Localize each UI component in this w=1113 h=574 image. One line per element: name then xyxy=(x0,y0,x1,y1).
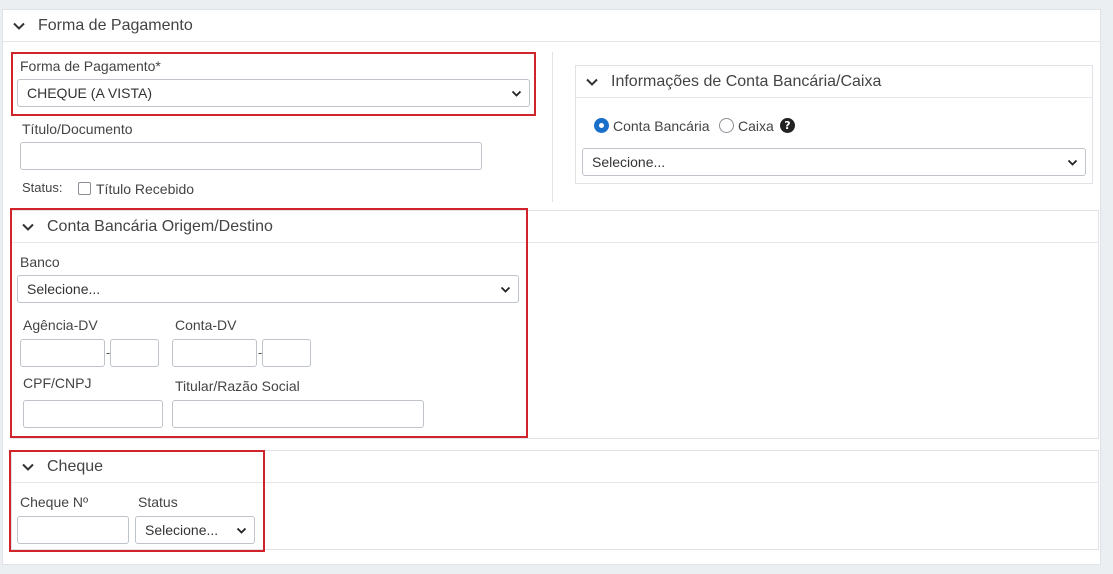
column-divider xyxy=(552,52,553,202)
forma-pagamento-title: Forma de Pagamento xyxy=(38,16,193,34)
radio-caixa-label[interactable]: Caixa xyxy=(738,118,774,134)
radio-conta-bancaria-label[interactable]: Conta Bancária xyxy=(613,118,710,134)
chevron-down-icon xyxy=(511,90,522,97)
chevron-down-icon xyxy=(22,463,34,471)
radio-conta-bancaria[interactable] xyxy=(594,118,609,133)
cheque-numero-input[interactable] xyxy=(17,516,129,544)
chevron-down-icon xyxy=(500,286,511,293)
agencia-dv-input[interactable] xyxy=(110,339,159,367)
conta-info-header[interactable]: Informações de Conta Bancária/Caixa xyxy=(576,66,1092,98)
forma-pagamento-header[interactable]: Forma de Pagamento xyxy=(3,10,1100,42)
chevron-down-icon xyxy=(1067,159,1078,166)
cpf-cnpj-input[interactable] xyxy=(23,400,163,428)
conta-origem-title: Conta Bancária Origem/Destino xyxy=(47,217,273,235)
agencia-input[interactable] xyxy=(20,339,105,367)
status-label: Status: xyxy=(22,180,63,195)
chevron-down-icon xyxy=(22,223,34,231)
conta-dv-input[interactable] xyxy=(262,339,311,367)
cheque-title: Cheque xyxy=(47,457,104,475)
banco-select[interactable]: Selecione... xyxy=(17,275,519,303)
forma-pagamento-label: Forma de Pagamento* xyxy=(20,58,161,74)
titulo-documento-input[interactable] xyxy=(20,142,482,170)
chevron-down-icon xyxy=(586,78,598,86)
cheque-status-value: Selecione... xyxy=(145,522,219,538)
conta-origem-header[interactable]: Conta Bancária Origem/Destino xyxy=(12,211,1098,243)
titulo-documento-label: Título/Documento xyxy=(22,121,133,137)
radio-caixa[interactable] xyxy=(719,118,734,133)
conta-label: Conta-DV xyxy=(175,317,237,333)
agencia-label: Agência-DV xyxy=(23,317,98,333)
chevron-down-icon xyxy=(13,22,25,30)
forma-pagamento-value: CHEQUE (A VISTA) xyxy=(27,85,152,101)
banco-value: Selecione... xyxy=(27,281,101,297)
cheque-numero-label: Cheque Nº xyxy=(20,494,89,510)
conta-info-title: Informações de Conta Bancária/Caixa xyxy=(611,72,882,90)
titulo-recebido-label[interactable]: Título Recebido xyxy=(96,181,194,197)
titular-input[interactable] xyxy=(172,400,424,428)
cheque-status-label: Status xyxy=(138,494,178,510)
cpf-cnpj-label: CPF/CNPJ xyxy=(23,375,92,391)
titular-label: Titular/Razão Social xyxy=(175,378,300,394)
conta-input[interactable] xyxy=(172,339,257,367)
cheque-header[interactable]: Cheque xyxy=(12,451,1098,483)
titulo-recebido-checkbox[interactable] xyxy=(78,182,91,195)
forma-pagamento-select[interactable]: CHEQUE (A VISTA) xyxy=(17,79,530,107)
help-icon[interactable]: ? xyxy=(780,118,795,133)
banco-label: Banco xyxy=(20,254,60,270)
conta-caixa-select[interactable]: Selecione... xyxy=(582,148,1086,176)
chevron-down-icon xyxy=(236,527,247,534)
conta-caixa-value: Selecione... xyxy=(592,154,666,170)
cheque-status-select[interactable]: Selecione... xyxy=(135,516,255,544)
